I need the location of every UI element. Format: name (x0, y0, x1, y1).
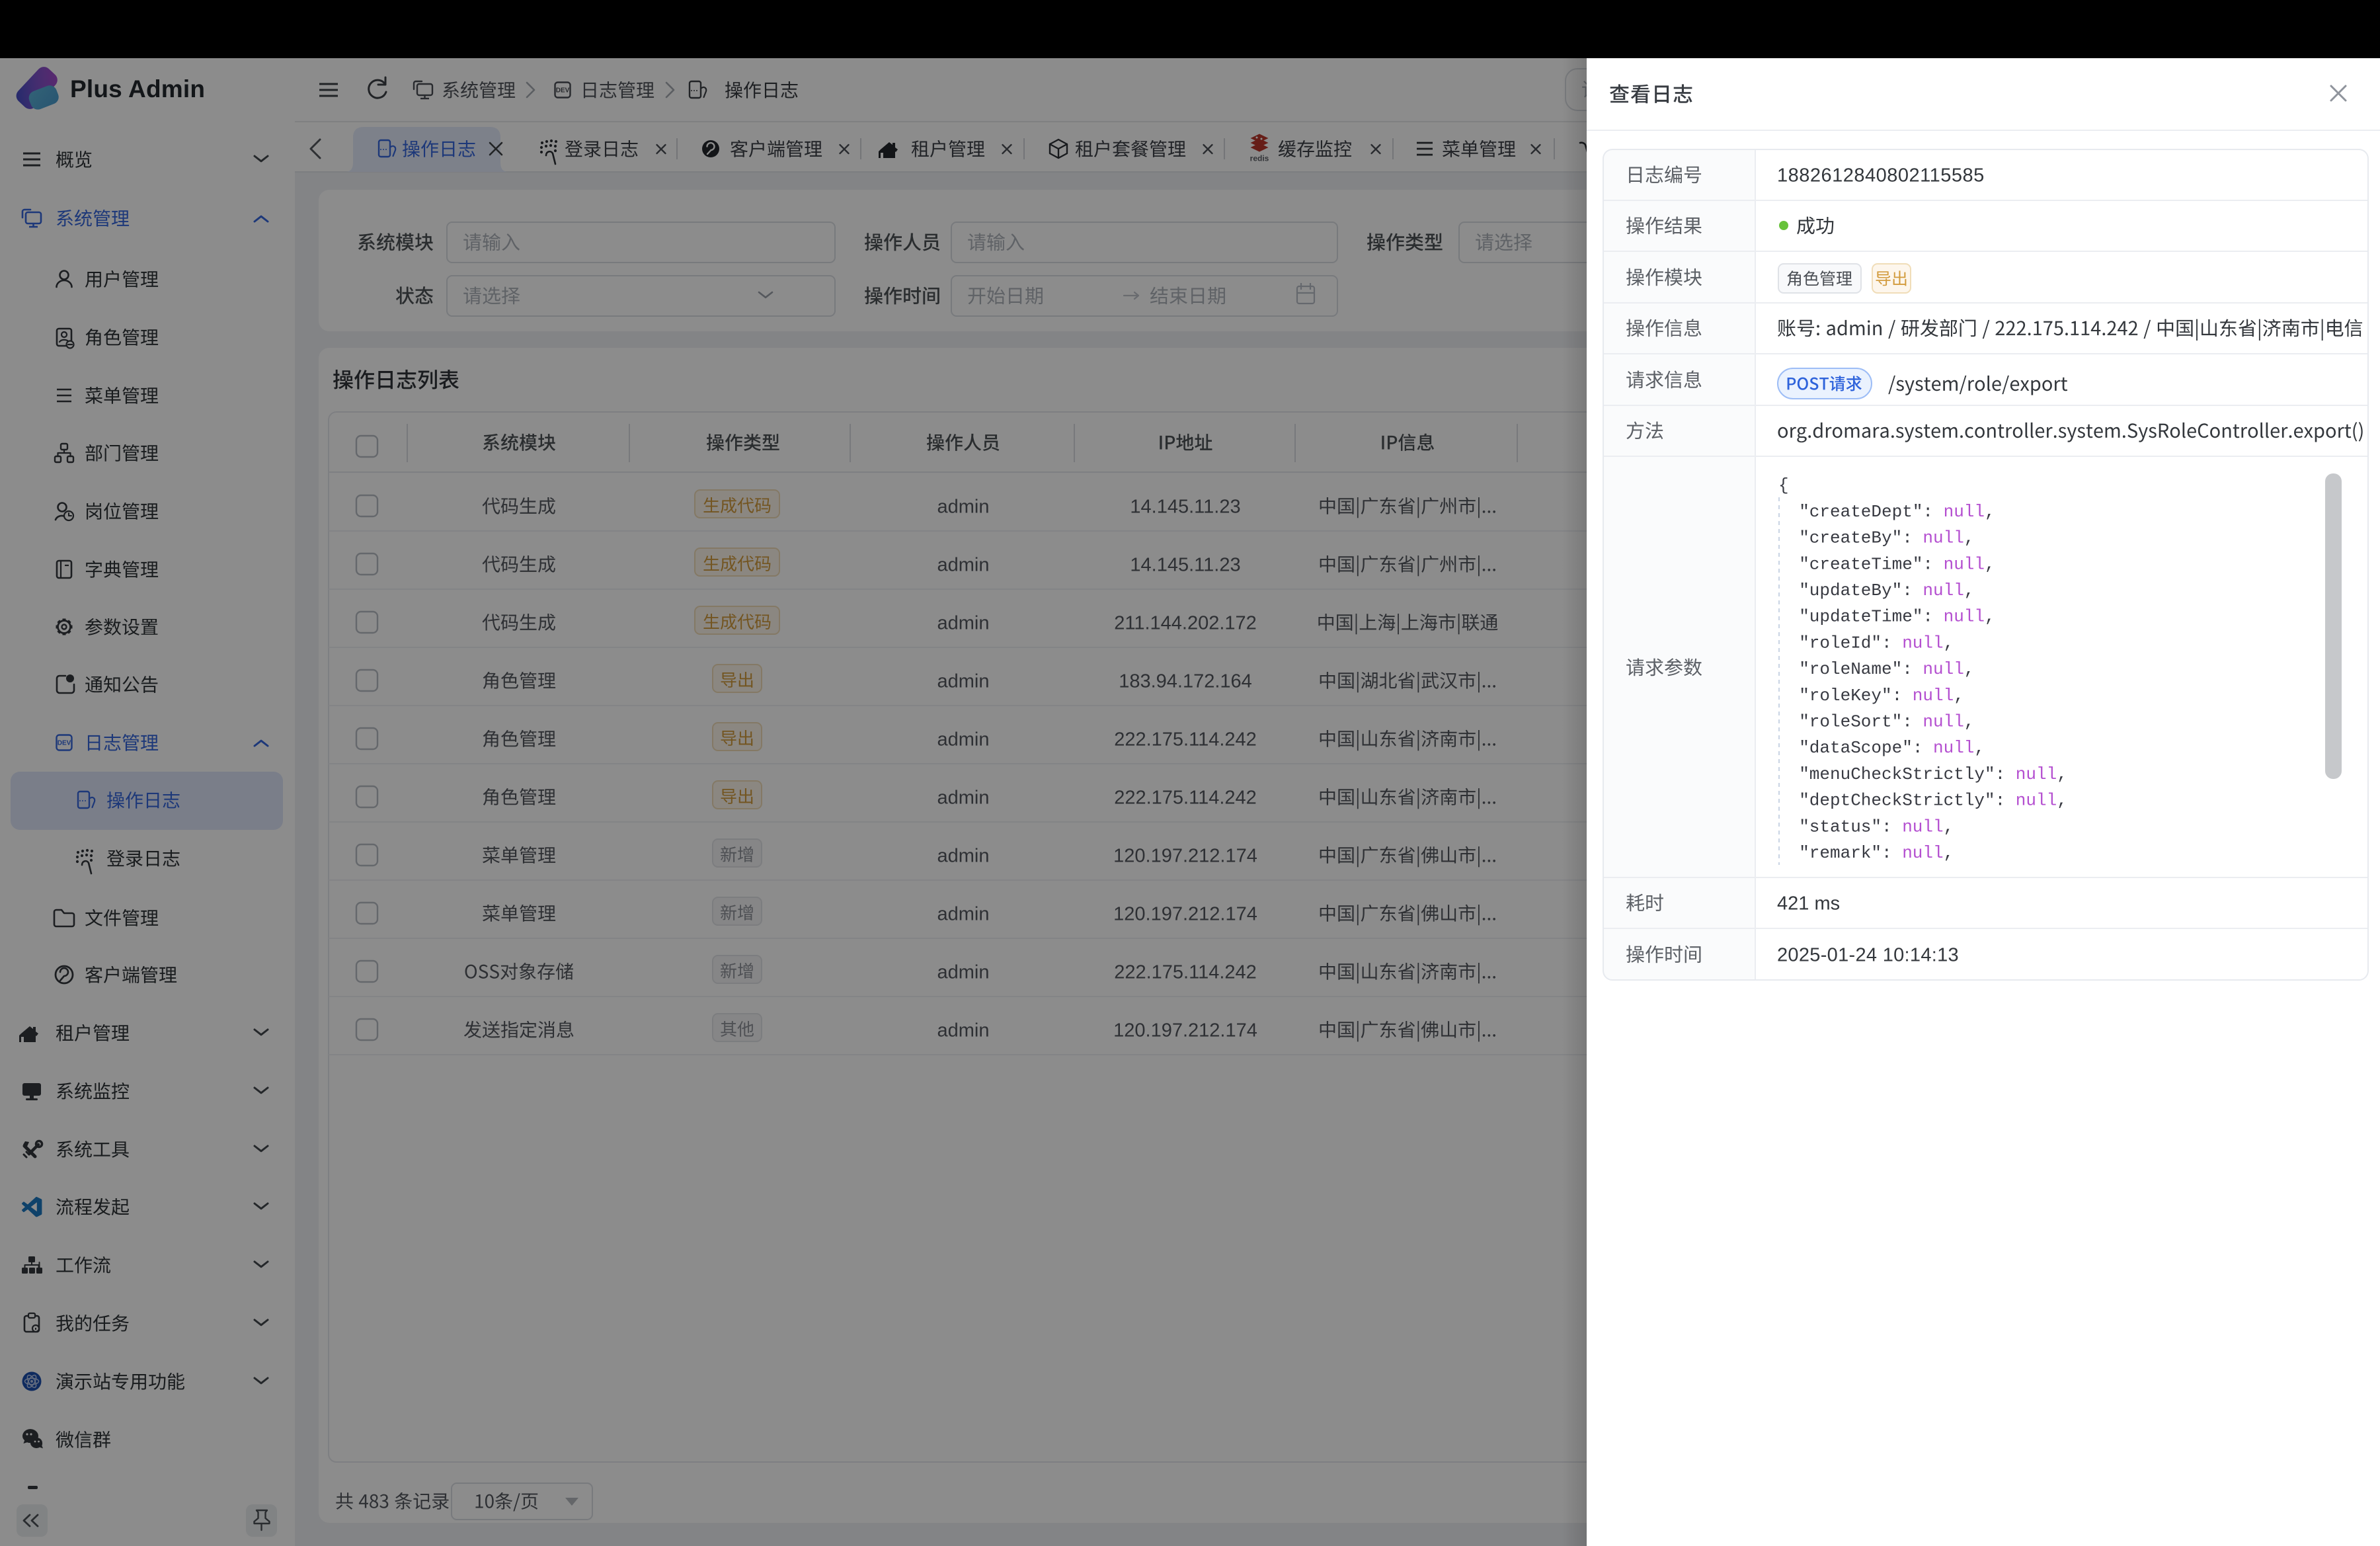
svg-text:2025-01-24 10:14:13: 2025-01-24 10:14:13 (1777, 944, 1959, 965)
svg-text:null: null (1902, 843, 1943, 863)
svg-text:"remark":: "remark": (1799, 843, 1891, 863)
svg-text:null: null (1933, 738, 1974, 758)
svg-text:null: null (1923, 581, 1964, 600)
svg-text:"dataScope":: "dataScope": (1799, 738, 1923, 758)
svg-text:"createBy":: "createBy": (1799, 528, 1913, 548)
svg-text:"createTime":: "createTime": (1799, 554, 1933, 574)
svg-text:,: , (1944, 817, 1954, 836)
svg-text:,: , (1964, 581, 1975, 600)
svg-text:1882612840802115585: 1882612840802115585 (1777, 165, 1985, 186)
svg-text:null: null (1944, 502, 1985, 522)
svg-text:null: null (1902, 633, 1943, 653)
svg-text:,: , (2057, 791, 2067, 811)
svg-text:null: null (1902, 817, 1943, 836)
svg-text:,: , (1964, 712, 1975, 732)
svg-text:"updateBy":: "updateBy": (1799, 581, 1913, 600)
svg-text:"roleSort":: "roleSort": (1799, 712, 1913, 732)
svg-text:,: , (1974, 738, 1985, 758)
svg-text:,: , (1985, 554, 1995, 574)
svg-text:"roleId":: "roleId": (1799, 633, 1891, 653)
svg-text:null: null (1913, 686, 1954, 706)
svg-text:null: null (2016, 791, 2057, 811)
svg-text:"deptCheckStrictly":: "deptCheckStrictly": (1799, 791, 2005, 811)
svg-text:null: null (1944, 607, 1985, 627)
svg-text:,: , (1964, 528, 1975, 548)
svg-text:null: null (1923, 659, 1964, 679)
svg-text:,: , (1964, 659, 1975, 679)
svg-text:null: null (1923, 712, 1964, 732)
svg-text:"createDept":: "createDept": (1799, 502, 1933, 522)
svg-text:,: , (1985, 502, 1995, 522)
svg-text:,: , (2057, 764, 2067, 784)
svg-text:,: , (1954, 686, 1964, 706)
svg-text:,: , (1944, 633, 1954, 653)
svg-text:null: null (1944, 554, 1985, 574)
svg-text:"status":: "status": (1799, 817, 1891, 836)
svg-text:"roleName":: "roleName": (1799, 659, 1913, 679)
svg-text:,: , (1985, 607, 1995, 627)
svg-text:"menuCheckStrictly":: "menuCheckStrictly": (1799, 764, 2005, 784)
svg-text:{: { (1778, 475, 1789, 495)
svg-text:"roleKey":: "roleKey": (1799, 686, 1902, 706)
svg-text:null: null (2016, 764, 2057, 784)
svg-text:null: null (1923, 528, 1964, 548)
svg-text:,: , (1944, 843, 1954, 863)
svg-text:"updateTime":: "updateTime": (1799, 607, 1933, 627)
svg-text:421 ms: 421 ms (1777, 893, 1840, 914)
